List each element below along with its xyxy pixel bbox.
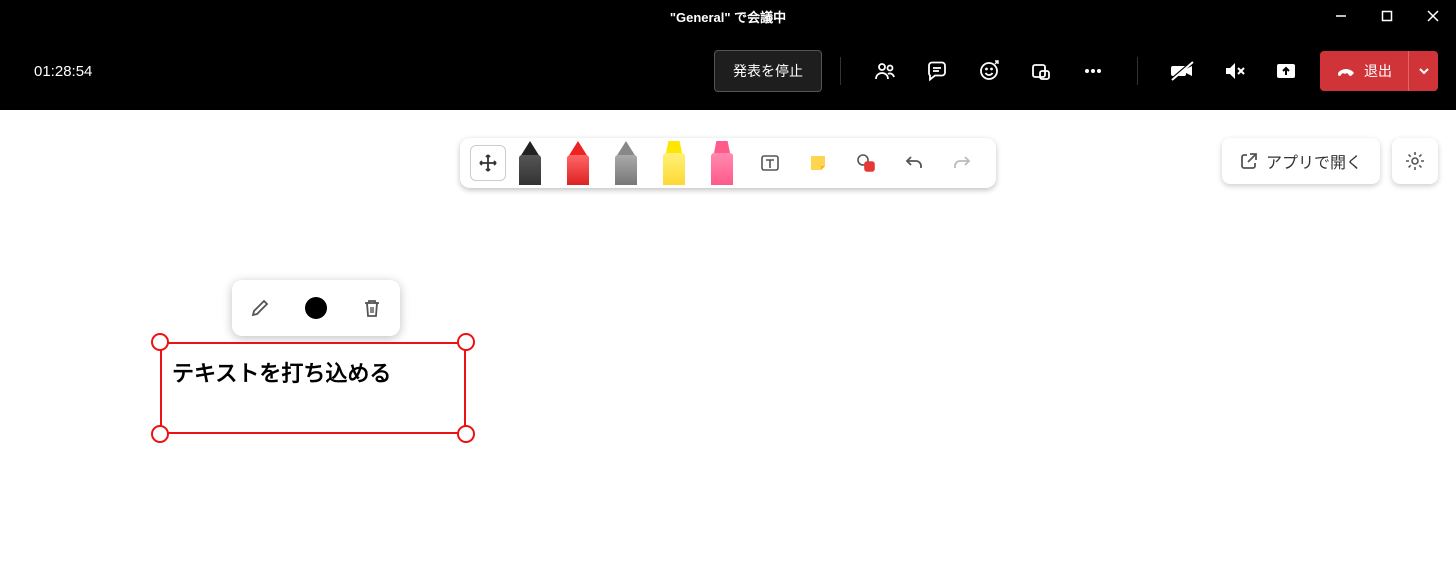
reactions-icon — [978, 60, 1000, 82]
chevron-down-icon — [1418, 65, 1430, 77]
pencil-icon — [249, 297, 271, 319]
share-screen-button[interactable] — [1266, 51, 1306, 91]
undo-button[interactable] — [890, 138, 938, 188]
textbox-content: テキストを打ち込める — [172, 356, 391, 388]
meeting-toolbar: 01:28:54 発表を停止 — [0, 32, 1456, 110]
move-tool[interactable] — [470, 145, 506, 181]
open-external-icon — [1240, 152, 1258, 170]
shape-tool-icon — [855, 152, 877, 174]
resize-handle-tl[interactable] — [151, 333, 169, 351]
separator — [840, 57, 841, 85]
text-tool[interactable] — [746, 138, 794, 188]
whiteboard-toolbar — [460, 138, 996, 188]
participants-icon — [874, 60, 896, 82]
window-controls — [1318, 0, 1456, 32]
pen-gray-icon — [612, 141, 640, 185]
window-title: "General" で会議中 — [670, 7, 786, 26]
maximize-button[interactable] — [1364, 0, 1410, 32]
move-icon — [478, 153, 498, 173]
resize-handle-br[interactable] — [457, 425, 475, 443]
open-in-app-button[interactable]: アプリで開く — [1222, 138, 1380, 184]
redo-icon — [951, 152, 973, 174]
minimize-button[interactable] — [1318, 0, 1364, 32]
pen-gray-tool[interactable] — [602, 138, 650, 188]
camera-toggle-button[interactable] — [1162, 51, 1202, 91]
close-icon — [1427, 10, 1439, 22]
sticky-note-icon — [807, 152, 829, 174]
pen-red-icon — [564, 141, 592, 185]
gear-icon — [1404, 150, 1426, 172]
pen-black-tool[interactable] — [506, 138, 554, 188]
maximize-icon — [1381, 10, 1393, 22]
textbox-selection[interactable]: テキストを打ち込める — [160, 342, 466, 434]
redo-button[interactable] — [938, 138, 986, 188]
reactions-button[interactable] — [969, 51, 1009, 91]
whiteboard-settings-button[interactable] — [1392, 138, 1438, 184]
sticky-note-tool[interactable] — [794, 138, 842, 188]
leave-label: 退出 — [1364, 61, 1392, 81]
separator — [1137, 57, 1138, 85]
color-swatch-icon — [305, 297, 327, 319]
leave-meeting-button[interactable]: 退出 — [1320, 51, 1408, 91]
pen-red-tool[interactable] — [554, 138, 602, 188]
delete-textbox-button[interactable] — [352, 288, 392, 328]
mic-off-icon — [1223, 60, 1245, 82]
more-icon — [1082, 60, 1104, 82]
text-tool-icon — [759, 152, 781, 174]
chat-icon — [926, 60, 948, 82]
chat-button[interactable] — [917, 51, 957, 91]
more-actions-button[interactable] — [1073, 51, 1113, 91]
highlighter-pink-tool[interactable] — [698, 138, 746, 188]
pen-black-icon — [516, 141, 544, 185]
leave-options-button[interactable] — [1408, 51, 1438, 91]
edit-text-button[interactable] — [240, 288, 280, 328]
participants-button[interactable] — [865, 51, 905, 91]
mic-toggle-button[interactable] — [1214, 51, 1254, 91]
whiteboard-right-controls: アプリで開く — [1222, 138, 1438, 184]
highlighter-yellow-icon — [660, 141, 688, 185]
camera-off-icon — [1170, 60, 1194, 82]
breakout-rooms-icon — [1030, 60, 1052, 82]
hangup-icon — [1336, 61, 1356, 81]
undo-icon — [903, 152, 925, 174]
share-screen-icon — [1275, 60, 1297, 82]
highlighter-pink-icon — [708, 141, 736, 185]
window-titlebar: "General" で会議中 — [0, 0, 1456, 32]
meeting-timer: 01:28:54 — [34, 63, 92, 80]
minimize-icon — [1335, 10, 1347, 22]
resize-handle-tr[interactable] — [457, 333, 475, 351]
breakout-rooms-button[interactable] — [1021, 51, 1061, 91]
resize-handle-bl[interactable] — [151, 425, 169, 443]
whiteboard-canvas[interactable]: アプリで開く テキストを打ち込める — [0, 110, 1456, 565]
textbox-context-toolbar — [232, 280, 400, 336]
stop-presenting-button[interactable]: 発表を停止 — [714, 50, 822, 92]
textbox[interactable]: テキストを打ち込める — [160, 342, 466, 434]
open-in-app-label: アプリで開く — [1266, 149, 1362, 173]
trash-icon — [361, 297, 383, 319]
highlighter-yellow-tool[interactable] — [650, 138, 698, 188]
close-window-button[interactable] — [1410, 0, 1456, 32]
text-color-button[interactable] — [296, 288, 336, 328]
shape-tool[interactable] — [842, 138, 890, 188]
